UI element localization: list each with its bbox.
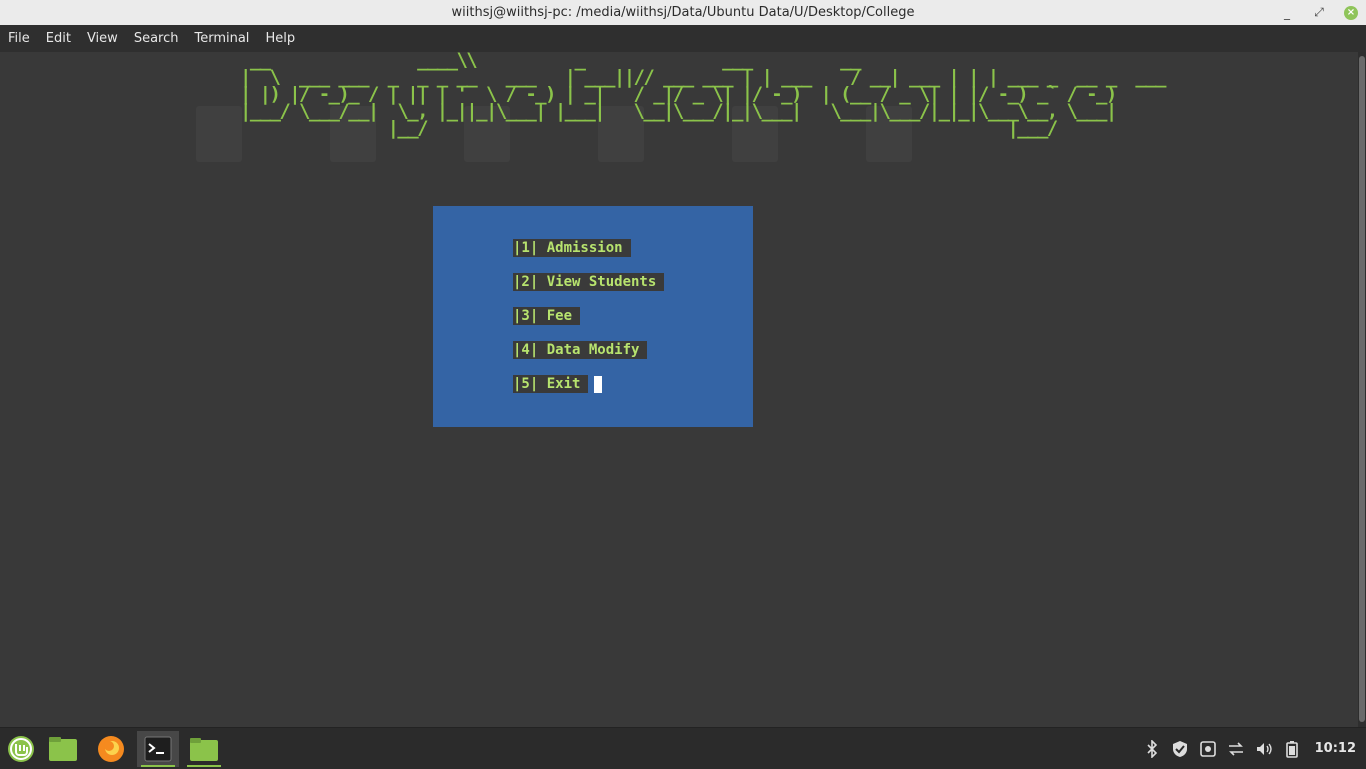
menu-help[interactable]: Help (257, 31, 303, 46)
mint-menu-button[interactable] (0, 731, 42, 767)
folder-icon (190, 738, 218, 761)
menu-option-data-modify[interactable]: |4| Data Modify (513, 341, 648, 359)
files-icon (49, 737, 77, 761)
scrollbar-thumb[interactable] (1359, 56, 1365, 722)
terminal-area[interactable]: |1| Admission |2| View Students |3| Fee … (0, 52, 1358, 727)
volume-icon[interactable] (1255, 740, 1273, 758)
mint-menu-icon (8, 736, 34, 762)
menu-file[interactable]: File (0, 31, 38, 46)
network-icon[interactable] (1227, 740, 1245, 758)
menubar: File Edit View Search Terminal Help (0, 25, 1366, 52)
window-controls: _ ⤢ × (1280, 0, 1358, 25)
text-cursor (594, 376, 602, 393)
menu-search[interactable]: Search (126, 31, 187, 46)
active-indicator (187, 765, 221, 767)
menu-edit[interactable]: Edit (38, 31, 79, 46)
window-titlebar: wiithsj@wiithsj-pc: /media/wiithsj/Data/… (0, 0, 1366, 25)
screenshot-icon[interactable] (1199, 740, 1217, 758)
active-indicator (141, 765, 175, 767)
menu-option-exit[interactable]: |5| Exit (513, 375, 589, 393)
bluetooth-icon[interactable] (1143, 739, 1161, 758)
battery-icon[interactable] (1283, 740, 1301, 758)
main-menu-box: |1| Admission |2| View Students |3| Fee … (433, 206, 753, 427)
taskbar: 10:12 (0, 727, 1366, 769)
banner-line: |__/ |___/ (240, 117, 1116, 139)
menu-option-fee[interactable]: |3| Fee (513, 307, 581, 325)
clock[interactable]: 10:12 (1315, 741, 1356, 756)
terminal-icon (144, 736, 172, 762)
window-title: wiithsj@wiithsj-pc: /media/wiithsj/Data/… (451, 5, 915, 20)
menu-view[interactable]: View (79, 31, 126, 46)
ascii-banner: __ ____\\ _ ___ __ | \ ___ ___ _ _ _ __ … (240, 51, 1175, 139)
ghost-folder-icon (196, 106, 242, 162)
folder-launcher[interactable] (183, 731, 225, 767)
system-tray: 10:12 (1143, 728, 1366, 769)
firefox-icon (98, 736, 124, 762)
menu-option-admission[interactable]: |1| Admission (513, 239, 631, 257)
firefox-launcher[interactable] (90, 731, 132, 767)
minimize-button[interactable]: _ (1280, 6, 1294, 20)
terminal-launcher[interactable] (137, 731, 179, 767)
menu-terminal[interactable]: Terminal (186, 31, 257, 46)
terminal-scrollbar[interactable] (1358, 52, 1366, 727)
shield-icon[interactable] (1171, 740, 1189, 758)
menu-option-view-students[interactable]: |2| View Students (513, 273, 665, 291)
maximize-button[interactable]: ⤢ (1312, 5, 1326, 20)
close-button[interactable]: × (1344, 5, 1358, 20)
files-launcher[interactable] (42, 731, 84, 767)
